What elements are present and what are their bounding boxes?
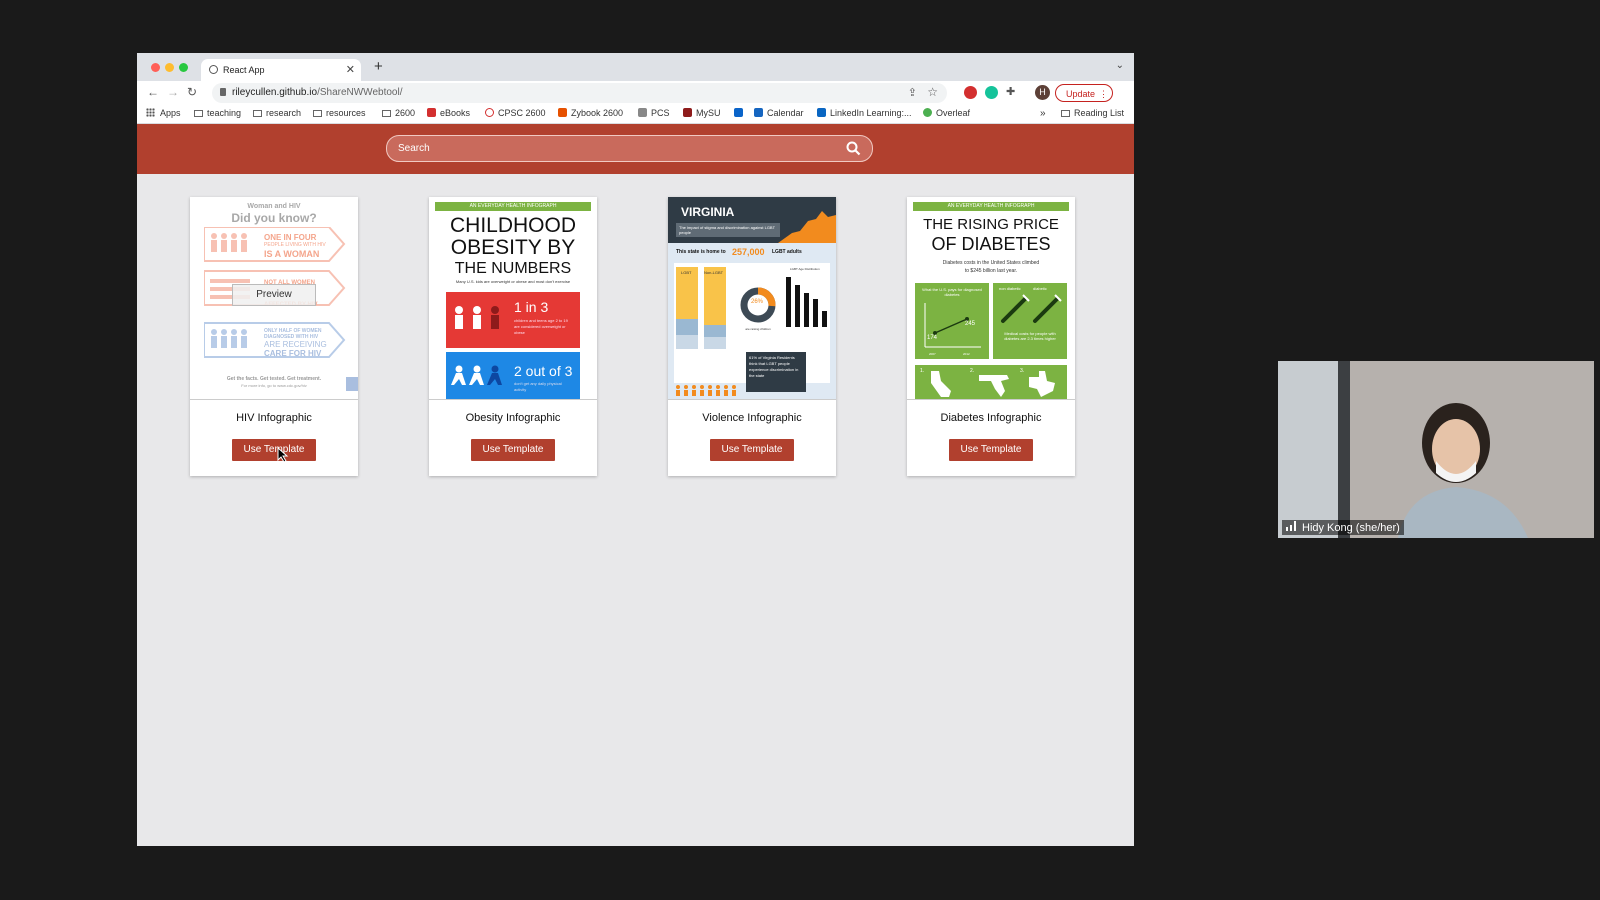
bookmark-2600[interactable]: 2600 <box>382 108 415 118</box>
share-icon[interactable]: ⇪ <box>908 86 917 99</box>
running-kids-icon <box>451 365 502 385</box>
url-host: rileycullen.github.io <box>232 87 318 98</box>
participant-video-tile: Hidy Kong (she/her) <box>1278 361 1594 538</box>
mouse-cursor-icon <box>277 447 289 463</box>
url-path: /ShareNWWebtool/ <box>317 87 403 98</box>
outlook-icon <box>734 108 743 117</box>
template-card-obesity[interactable]: AN EVERYDAY HEALTH INFOGRAPH CHILDHOOD O… <box>429 197 597 476</box>
age-bar-chart <box>786 277 827 327</box>
close-window-icon[interactable] <box>151 63 160 72</box>
app-header: Search <box>137 124 1134 174</box>
bookmark-zybook[interactable]: Zybook 2600 <box>558 108 623 118</box>
use-template-button[interactable]: Use Template <box>471 439 555 461</box>
close-tab-icon[interactable]: ✕ <box>346 63 355 76</box>
update-label: Update <box>1066 89 1096 99</box>
search-input[interactable]: Search <box>386 135 873 162</box>
folder-icon <box>253 110 262 117</box>
grammarly-extension-icon[interactable] <box>985 86 998 99</box>
folder-icon <box>313 110 322 117</box>
preview-button[interactable]: Preview <box>232 284 316 306</box>
reading-list-icon <box>1061 110 1070 117</box>
bookmark-teaching[interactable]: teaching <box>194 108 241 118</box>
tab-strip: React App ✕ + ⌄ <box>137 53 1134 81</box>
obesity-thumbnail[interactable]: AN EVERYDAY HEALTH INFOGRAPH CHILDHOOD O… <box>429 197 597 400</box>
address-bar[interactable]: rileycullen.github.io/ShareNWWebtool/ ⇪ … <box>212 83 947 103</box>
bookmark-linkedin[interactable]: LinkedIn Learning:... <box>817 108 912 118</box>
more-menu-icon[interactable]: ⋮ <box>1099 85 1108 103</box>
pcs-icon <box>638 108 647 117</box>
hiv-thumbnail[interactable]: Woman and HIV Did you know? ONE IN FOUR … <box>190 197 358 400</box>
participant-silhouette <box>1398 403 1528 538</box>
children-icon <box>455 306 499 329</box>
bookmark-ebooks[interactable]: eBooks <box>427 108 470 118</box>
bookmark-outlook[interactable] <box>734 108 747 118</box>
donut-chart <box>740 287 776 323</box>
folder-icon <box>194 110 203 117</box>
reading-list-button[interactable]: Reading List <box>1061 108 1124 118</box>
zybook-icon <box>558 108 567 117</box>
violence-stacked-bars <box>676 267 726 349</box>
signal-bars-icon <box>1286 521 1296 531</box>
card-title: Obesity Infographic <box>465 412 561 424</box>
bookmarks-overflow-icon[interactable]: » <box>1040 108 1046 119</box>
tab-title: React App <box>223 65 265 75</box>
card-title: Violence Infographic <box>702 412 802 424</box>
diabetes-thumbnail[interactable]: AN EVERYDAY HEALTH INFOGRAPH THE RISING … <box>907 197 1075 400</box>
new-tab-icon[interactable]: + <box>374 58 383 75</box>
bookmark-calendar[interactable]: Calendar <box>754 108 804 118</box>
reload-icon[interactable]: ↻ <box>187 85 197 99</box>
search-placeholder: Search <box>398 143 430 154</box>
mysu-icon <box>683 108 692 117</box>
participant-name-label: Hidy Kong (she/her) <box>1282 520 1404 535</box>
profile-avatar[interactable]: H <box>1035 85 1050 100</box>
extensions-puzzle-icon[interactable]: ✚ <box>1006 85 1015 98</box>
bookmark-cpsc2600[interactable]: CPSC 2600 <box>485 108 546 118</box>
template-card-hiv[interactable]: Woman and HIV Did you know? ONE IN FOUR … <box>190 197 358 476</box>
browser-tab[interactable]: React App ✕ <box>201 59 361 81</box>
people-row-icon <box>676 385 736 396</box>
back-icon[interactable]: ← <box>147 85 159 99</box>
minimize-window-icon[interactable] <box>165 63 174 72</box>
search-icon[interactable] <box>846 141 861 156</box>
lock-icon <box>220 88 226 96</box>
zoom-window-icon[interactable] <box>179 63 188 72</box>
globe-icon <box>209 65 218 74</box>
syringe-icon <box>1001 294 1062 323</box>
bookmark-research[interactable]: research <box>253 108 301 118</box>
virginia-map-icon <box>778 211 836 243</box>
use-template-button[interactable]: Use Template <box>232 439 316 461</box>
calendar-icon <box>754 108 763 117</box>
overleaf-icon <box>923 108 932 117</box>
adblock-extension-icon[interactable] <box>964 86 977 99</box>
linkedin-icon <box>817 108 826 117</box>
bookmark-resources[interactable]: resources <box>313 108 366 118</box>
use-template-button[interactable]: Use Template <box>949 439 1033 461</box>
forward-icon[interactable]: → <box>167 85 179 99</box>
browser-toolbar: ← → ↻ rileycullen.github.io/ShareNWWebto… <box>137 81 1134 105</box>
template-card-violence[interactable]: VIRGINIA The impact of stigma and discri… <box>668 197 836 476</box>
update-button[interactable]: Update ⋮ <box>1055 84 1113 102</box>
state-maps-icon <box>931 371 1055 397</box>
tab-search-chevron-icon[interactable]: ⌄ <box>1116 60 1124 71</box>
folder-icon <box>382 110 391 117</box>
bookmark-star-icon[interactable]: ☆ <box>927 85 938 99</box>
browser-window: React App ✕ + ⌄ ← → ↻ rileycullen.github… <box>137 53 1134 846</box>
card-title: HIV Infographic <box>236 412 312 424</box>
apps-grid-icon <box>146 108 155 117</box>
bookmarks-bar: Apps teaching research resources 2600 eB… <box>137 105 1134 124</box>
bookmark-apps[interactable]: Apps <box>146 108 181 118</box>
cdc-logo <box>346 377 358 391</box>
template-card-diabetes[interactable]: AN EVERYDAY HEALTH INFOGRAPH THE RISING … <box>907 197 1075 476</box>
participant-name: Hidy Kong (she/her) <box>1302 522 1400 534</box>
cpsc-icon <box>485 108 494 117</box>
use-template-button[interactable]: Use Template <box>710 439 794 461</box>
cost-line-chart <box>924 303 981 348</box>
card-title: Diabetes Infographic <box>940 412 1042 424</box>
bookmark-mysu[interactable]: MySU <box>683 108 721 118</box>
bookmark-overleaf[interactable]: Overleaf <box>923 108 970 118</box>
ebooks-icon <box>427 108 436 117</box>
violence-thumbnail[interactable]: VIRGINIA The impact of stigma and discri… <box>668 197 836 400</box>
bookmark-pcs[interactable]: PCS <box>638 108 670 118</box>
